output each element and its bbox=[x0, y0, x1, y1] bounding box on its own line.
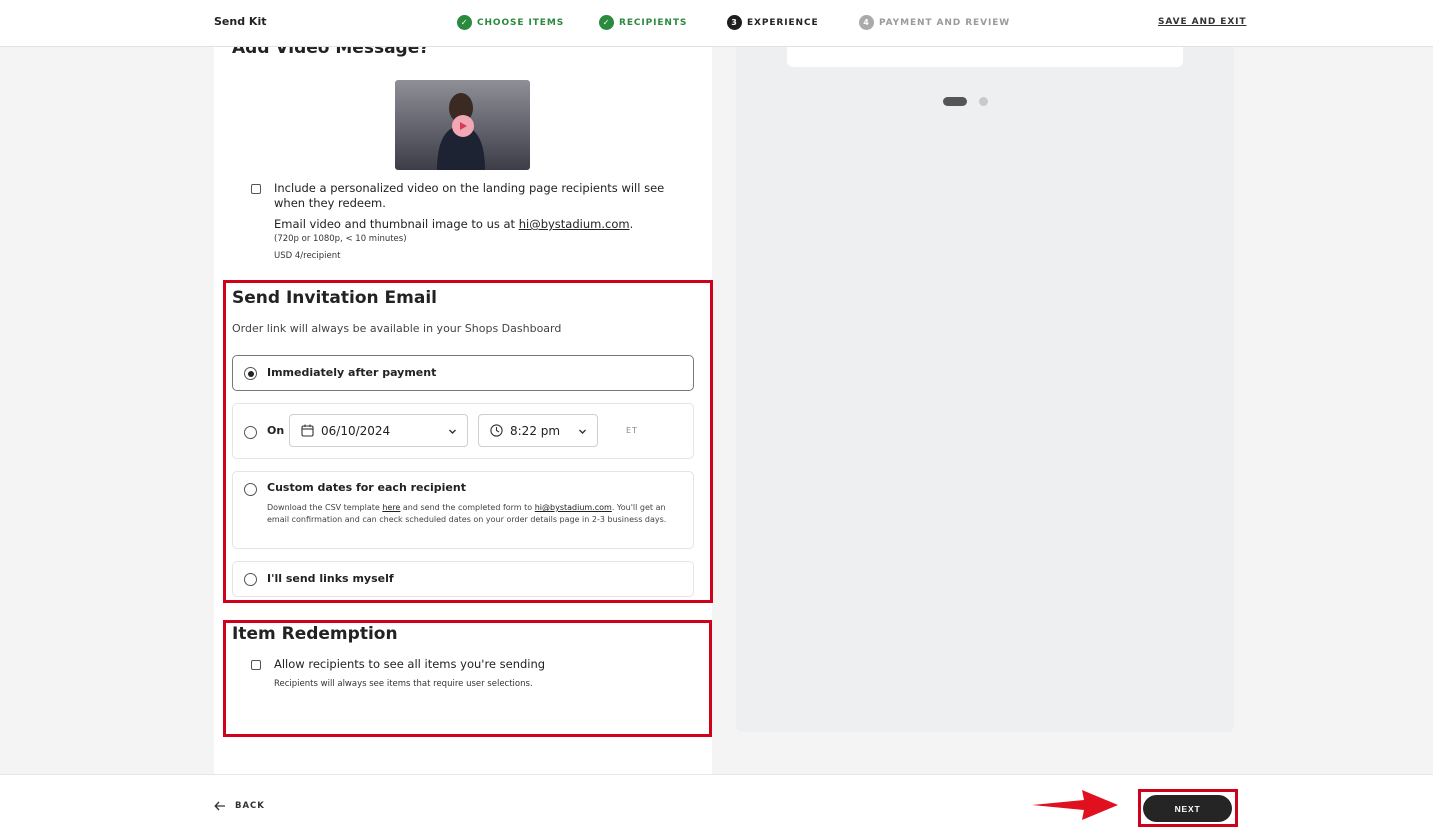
email-prefix: Email video and thumbnail image to us at bbox=[274, 217, 519, 231]
next-button[interactable]: NEXT bbox=[1143, 795, 1232, 822]
highlight-redemption-section bbox=[223, 620, 712, 737]
video-checkbox-label: Include a personalized video on the land… bbox=[274, 181, 665, 210]
step-label: PAYMENT AND REVIEW bbox=[879, 17, 1011, 28]
step-label: EXPERIENCE bbox=[747, 17, 819, 28]
check-circle-icon: ✓ bbox=[457, 15, 472, 30]
step-recipients[interactable]: ✓ RECIPIENTS bbox=[599, 15, 687, 30]
carousel-dot[interactable] bbox=[979, 97, 988, 106]
save-and-exit-link[interactable]: SAVE AND EXIT bbox=[1158, 17, 1246, 27]
email-suffix: . bbox=[629, 217, 634, 231]
app-title: Send Kit bbox=[214, 15, 267, 28]
play-icon[interactable] bbox=[452, 115, 474, 137]
experience-form: Add Video Message? Include a personalize… bbox=[214, 38, 713, 774]
step-number-badge: 4 bbox=[859, 15, 874, 30]
check-circle-icon: ✓ bbox=[599, 15, 614, 30]
pointer-arrow-icon bbox=[1032, 790, 1118, 820]
carousel-dot-active[interactable] bbox=[943, 97, 967, 106]
step-label: RECIPIENTS bbox=[619, 17, 688, 28]
step-number-badge: 3 bbox=[727, 15, 742, 30]
step-choose-items[interactable]: ✓ CHOOSE ITEMS bbox=[457, 15, 564, 30]
video-price: USD 4/recipient bbox=[274, 251, 341, 261]
top-bar: Send Kit ✓ CHOOSE ITEMS ✓ RECIPIENTS 3 E… bbox=[0, 0, 1433, 47]
highlight-invitation-section bbox=[223, 280, 713, 603]
step-payment-review: 4 PAYMENT AND REVIEW bbox=[859, 15, 1010, 30]
back-button[interactable]: BACK bbox=[214, 801, 265, 811]
arrow-left-icon bbox=[214, 801, 225, 811]
preview-panel bbox=[736, 47, 1234, 732]
step-label: CHOOSE ITEMS bbox=[477, 17, 565, 28]
video-email-line: Email video and thumbnail image to us at… bbox=[274, 217, 633, 232]
preview-card bbox=[787, 47, 1183, 67]
video-thumbnail[interactable] bbox=[395, 80, 530, 170]
video-specs: (720p or 1080p, < 10 minutes) bbox=[274, 234, 407, 244]
back-label: BACK bbox=[235, 801, 265, 811]
video-checkbox[interactable] bbox=[251, 184, 261, 194]
footer-bar: BACK NEXT bbox=[0, 774, 1433, 833]
email-link[interactable]: hi@bystadium.com bbox=[519, 217, 630, 231]
step-experience: 3 EXPERIENCE bbox=[727, 15, 819, 30]
